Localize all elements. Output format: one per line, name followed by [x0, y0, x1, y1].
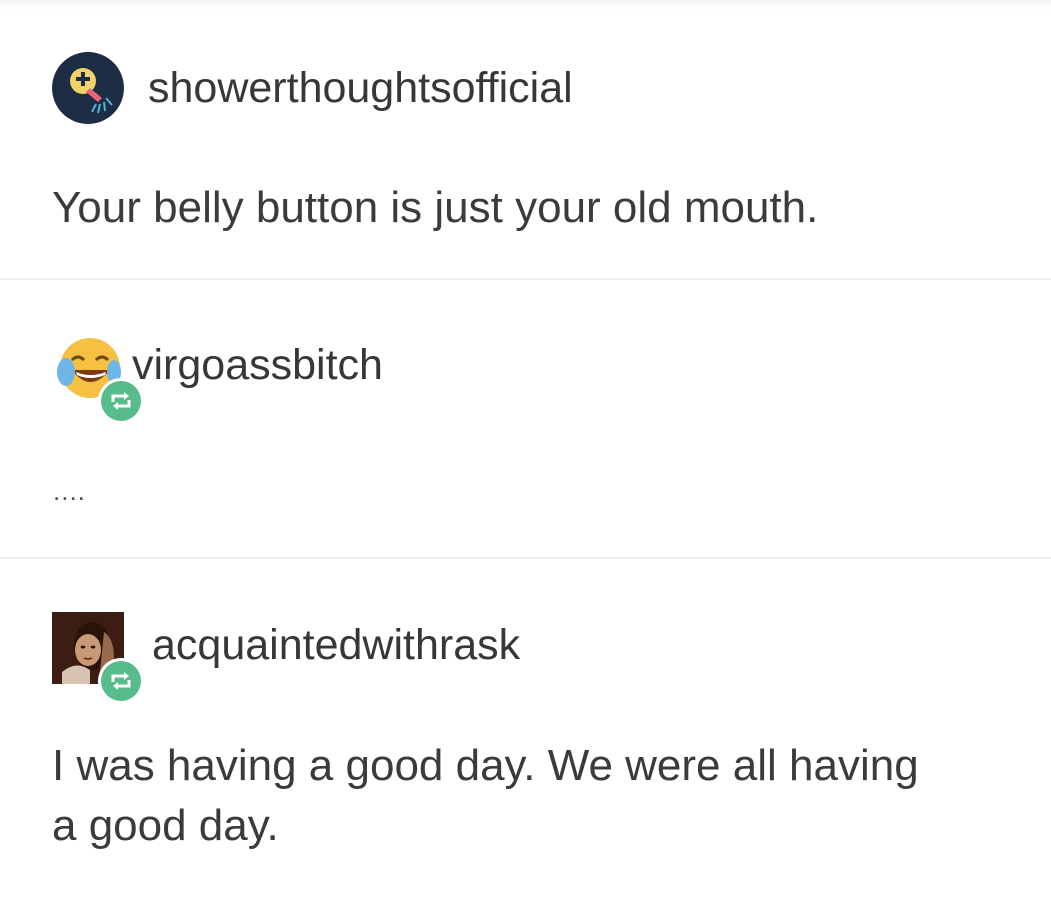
post-header: acquaintedwithrask [52, 612, 520, 704]
reblog-badge [98, 658, 144, 704]
avatar[interactable] [52, 52, 124, 124]
avatar[interactable] [52, 612, 144, 704]
post-text: Your belly button is just your old mouth… [52, 183, 819, 232]
post-text: .... [53, 476, 86, 506]
post-username[interactable]: acquaintedwithrask [152, 621, 520, 670]
shower-head-icon [52, 52, 124, 124]
post-username[interactable]: showerthoughtsofficial [148, 64, 573, 113]
post-username[interactable]: virgoassbitch [132, 341, 383, 390]
top-edge-shade [0, 0, 1051, 10]
post-header: virgoassbitch [52, 332, 383, 424]
post-header: showerthoughtsofficial [52, 52, 573, 124]
avatar[interactable] [52, 332, 144, 424]
reblog-icon [101, 661, 141, 701]
reblog-badge [98, 378, 144, 424]
reblog-icon [101, 381, 141, 421]
post-divider [0, 557, 1051, 559]
post-divider [0, 278, 1051, 280]
post-text: I was having a good day. We were all hav… [52, 741, 931, 850]
